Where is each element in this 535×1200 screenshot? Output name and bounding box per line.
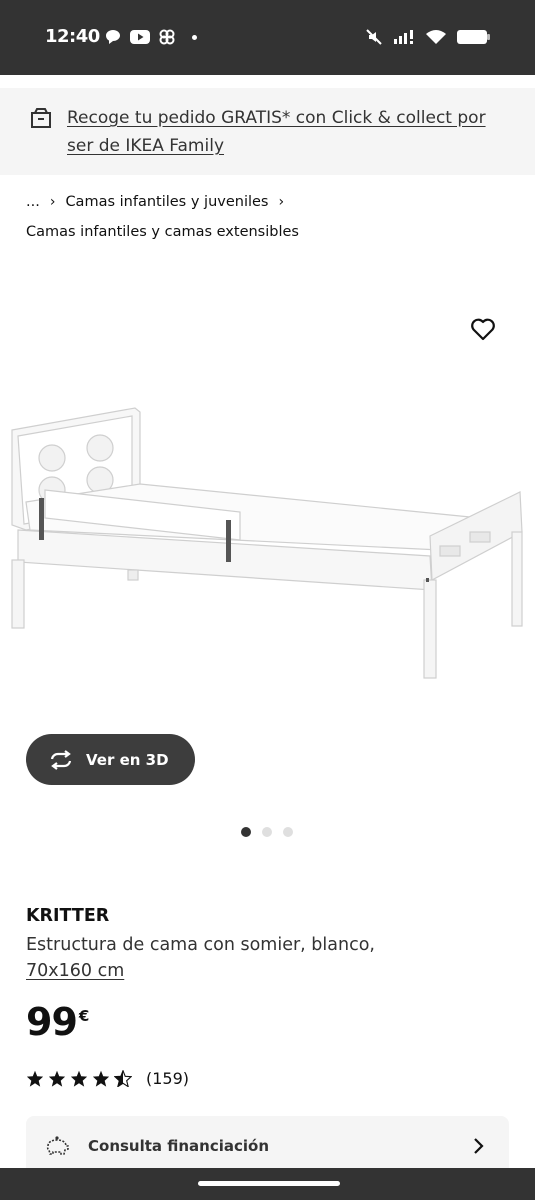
home-indicator[interactable] bbox=[198, 1181, 340, 1186]
star-icon bbox=[26, 1070, 44, 1087]
heart-outline-icon[interactable] bbox=[469, 315, 497, 343]
breadcrumb-ellipsis[interactable]: ... bbox=[26, 192, 40, 212]
more-notifications-dot bbox=[192, 34, 197, 40]
click-collect-link[interactable]: Recoge tu pedido GRATIS* con Click & col… bbox=[67, 104, 507, 160]
carousel-dots bbox=[241, 827, 293, 837]
rotate-icon bbox=[50, 749, 72, 770]
breadcrumb-current[interactable]: Camas infantiles y camas extensibles bbox=[26, 224, 299, 240]
status-time: 12:40 bbox=[45, 26, 100, 47]
rating-count: (159) bbox=[146, 1069, 190, 1088]
breadcrumb-parent[interactable]: Camas infantiles y juveniles bbox=[65, 192, 268, 212]
piggy-bank-icon bbox=[46, 1136, 69, 1155]
star-icon bbox=[92, 1070, 110, 1087]
wifi-icon bbox=[426, 30, 446, 44]
chat-bubble-icon bbox=[106, 30, 120, 44]
price-value: 99 bbox=[26, 1000, 78, 1044]
chevron-right-icon: › bbox=[49, 194, 56, 210]
chevron-right-icon: › bbox=[278, 194, 285, 210]
product-name: KRITTER bbox=[26, 906, 110, 926]
carousel-dot-1[interactable] bbox=[241, 827, 251, 837]
signal-icon bbox=[394, 30, 413, 44]
star-icon bbox=[70, 1070, 88, 1087]
notification-icons bbox=[104, 28, 197, 46]
star-icon bbox=[48, 1070, 66, 1087]
financing-label: Consulta financiación bbox=[88, 1137, 270, 1155]
battery-icon bbox=[457, 30, 490, 44]
product-description: Estructura de cama con somier, blanco, 7… bbox=[26, 932, 446, 984]
pinwheel-icon bbox=[159, 29, 175, 45]
carousel-dot-3[interactable] bbox=[283, 827, 293, 837]
carousel-dot-2[interactable] bbox=[262, 827, 272, 837]
system-icons bbox=[365, 28, 491, 46]
product-size-link[interactable]: 70x160 cm bbox=[26, 961, 124, 981]
breadcrumb: ... › Camas infantiles y juveniles › bbox=[26, 192, 284, 212]
product-price: 99 € bbox=[26, 1000, 89, 1044]
mute-icon bbox=[366, 29, 382, 45]
status-bar: 12:40 bbox=[0, 0, 535, 75]
price-currency: € bbox=[78, 1007, 89, 1025]
product-description-text: Estructura de cama con somier, blanco, bbox=[26, 935, 375, 955]
chevron-right-icon bbox=[474, 1138, 484, 1154]
view-3d-button[interactable]: Ver en 3D bbox=[26, 734, 195, 785]
view-3d-label: Ver en 3D bbox=[86, 750, 169, 769]
product-rating[interactable]: (159) bbox=[26, 1069, 189, 1088]
product-image[interactable] bbox=[0, 390, 535, 690]
store-box-icon bbox=[31, 108, 51, 128]
youtube-icon bbox=[130, 30, 150, 44]
half-star-icon bbox=[114, 1070, 132, 1087]
